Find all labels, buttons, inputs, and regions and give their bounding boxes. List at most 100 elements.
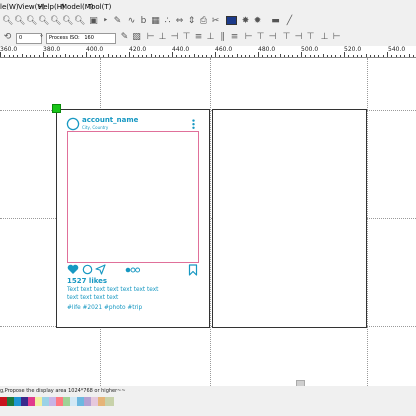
- bookmark-icon[interactable]: [188, 264, 198, 276]
- ruler-label: 480.0: [258, 46, 276, 53]
- group-icon[interactable]: ⊥: [319, 32, 330, 43]
- flip-h-icon[interactable]: ⊤: [281, 32, 292, 43]
- align-center-icon[interactable]: ⊥: [157, 32, 168, 43]
- distribute-h-icon[interactable]: ∥: [217, 32, 228, 43]
- ruler-minor-tick: [305, 55, 307, 57]
- cut-icon[interactable]: ✂: [210, 16, 221, 27]
- curve-tool-icon[interactable]: ∿: [126, 16, 137, 27]
- rotate-icon[interactable]: ⟲: [2, 32, 13, 43]
- horizontal-ruler[interactable]: 360.0 380.0 400.0 420.0 440.0 460.0 480.…: [0, 46, 416, 58]
- ruler-minor-tick: [236, 54, 238, 57]
- equal-size-icon[interactable]: ⊣: [267, 32, 278, 43]
- status-bar: g,Propose the display area 1024*768 or h…: [0, 386, 416, 396]
- rectangle-tool-icon[interactable]: ▣: [88, 16, 99, 27]
- ruler-minor-tick: [283, 55, 285, 57]
- zoom-height-icon[interactable]: 🔍︎: [50, 16, 61, 27]
- ruler-minor-tick: [8, 55, 10, 57]
- process-iso-value: 160: [84, 35, 94, 41]
- goggles-icon[interactable]: ▬: [270, 16, 281, 27]
- equal-width-icon[interactable]: ⊢: [243, 32, 254, 43]
- more-options-icon[interactable]: [191, 119, 196, 130]
- ruler-minor-tick: [275, 55, 277, 57]
- arrange-icon[interactable]: ▧: [131, 32, 142, 43]
- zoom-width-icon[interactable]: 🔍︎: [38, 16, 49, 27]
- pen-tool-icon[interactable]: ✎: [112, 16, 123, 27]
- zoom-out-icon[interactable]: 🔍︎: [14, 16, 25, 27]
- ruler-minor-tick: [322, 54, 324, 57]
- drawing-canvas[interactable]: account_name City, Country 1527 likes Te…: [0, 58, 416, 388]
- guide-line: [210, 58, 211, 386]
- photo-placeholder[interactable]: [67, 131, 199, 263]
- ruler-minor-tick: [223, 55, 225, 57]
- ruler-minor-tick: [378, 55, 380, 57]
- align-right-icon[interactable]: ⊣: [169, 32, 180, 43]
- equal-height-icon[interactable]: ⊤: [255, 32, 266, 43]
- ruler-minor-tick: [73, 55, 75, 57]
- ungroup-icon[interactable]: ⊢: [331, 32, 342, 43]
- ruler-minor-tick: [180, 55, 182, 57]
- blank-page[interactable]: [212, 109, 367, 328]
- zoom-in-icon[interactable]: 🔍︎: [2, 16, 13, 27]
- heart-icon[interactable]: [67, 264, 79, 275]
- ruler-minor-tick: [38, 55, 40, 57]
- guide-line: [367, 58, 368, 386]
- edit-icon[interactable]: ✎: [119, 32, 130, 43]
- comment-icon[interactable]: [82, 264, 93, 275]
- ruler-minor-tick: [335, 55, 337, 57]
- degree-unit: °: [40, 34, 43, 41]
- ruler-major-tick: [172, 52, 173, 57]
- bitmap-icon[interactable]: b: [138, 16, 149, 27]
- menu-window[interactable]: le(W): [0, 0, 19, 14]
- ruler-minor-tick: [4, 55, 6, 57]
- ruler-minor-tick: [309, 55, 311, 57]
- monitor-icon[interactable]: [226, 16, 237, 27]
- color-swatch[interactable]: [105, 397, 114, 406]
- node-edit-icon[interactable]: ‣: [100, 16, 111, 27]
- ruler-minor-tick: [12, 55, 14, 57]
- align-middle-icon[interactable]: ≡: [193, 32, 204, 43]
- ruler-label: 440.0: [172, 46, 190, 53]
- menu-tool[interactable]: Tool(T): [88, 0, 111, 14]
- table-icon[interactable]: ▦: [150, 16, 161, 27]
- fit-width-icon[interactable]: ⇔: [174, 16, 185, 27]
- ruler-minor-tick: [103, 55, 105, 57]
- ruler-minor-tick: [30, 55, 32, 57]
- ruler-minor-tick: [81, 55, 83, 57]
- process-iso-label: Process ISO:: [49, 35, 80, 41]
- selection-handle[interactable]: [52, 104, 61, 113]
- ruler-minor-tick: [395, 55, 397, 57]
- share-icon[interactable]: [95, 264, 106, 275]
- zoom-actual-icon[interactable]: 🔍︎: [74, 16, 85, 27]
- ruler-minor-tick: [47, 55, 49, 57]
- status-text: g,Propose the display area 1024*768 or h…: [0, 388, 126, 394]
- zoom-page-icon[interactable]: 🔍︎: [62, 16, 73, 27]
- ruler-minor-tick: [17, 55, 19, 57]
- ruler-minor-tick: [154, 55, 156, 57]
- post-template-page[interactable]: account_name City, Country 1527 likes Te…: [56, 109, 210, 328]
- tree-icon[interactable]: ∴: [162, 16, 173, 27]
- ruler-minor-tick: [202, 55, 204, 57]
- align-top-icon[interactable]: ⊤: [181, 32, 192, 43]
- flip-v-icon[interactable]: ⊣: [293, 32, 304, 43]
- ruler-minor-tick: [240, 55, 242, 57]
- align-bottom-icon[interactable]: ⊥: [205, 32, 216, 43]
- star-burst-icon[interactable]: ✸: [240, 16, 251, 27]
- ruler-minor-tick: [193, 54, 195, 57]
- print-icon[interactable]: ⎙: [198, 16, 209, 27]
- zoom-fit-icon[interactable]: 🔍︎: [26, 16, 37, 27]
- menu-bar: le(W) View(V) Help(H) Model(M) Tool(T): [0, 0, 416, 14]
- rotation-field[interactable]: 0: [16, 33, 42, 44]
- distribute-v-icon[interactable]: ≡: [229, 32, 240, 43]
- ruler-label: 420.0: [129, 46, 147, 53]
- fit-height-icon[interactable]: ⇕: [186, 16, 197, 27]
- process-iso-field[interactable]: Process ISO: 160: [46, 33, 116, 44]
- mirror-icon[interactable]: ⊤: [305, 32, 316, 43]
- align-left-icon[interactable]: ⊢: [145, 32, 156, 43]
- ruler-minor-tick: [107, 54, 109, 57]
- ruler-minor-tick: [361, 55, 363, 57]
- ruler-label: 460.0: [215, 46, 233, 53]
- profile-avatar-icon: [66, 117, 80, 131]
- ruler-minor-tick: [253, 55, 255, 57]
- red-pen-icon[interactable]: ╱: [284, 16, 295, 27]
- laser-icon[interactable]: ✹: [252, 16, 263, 27]
